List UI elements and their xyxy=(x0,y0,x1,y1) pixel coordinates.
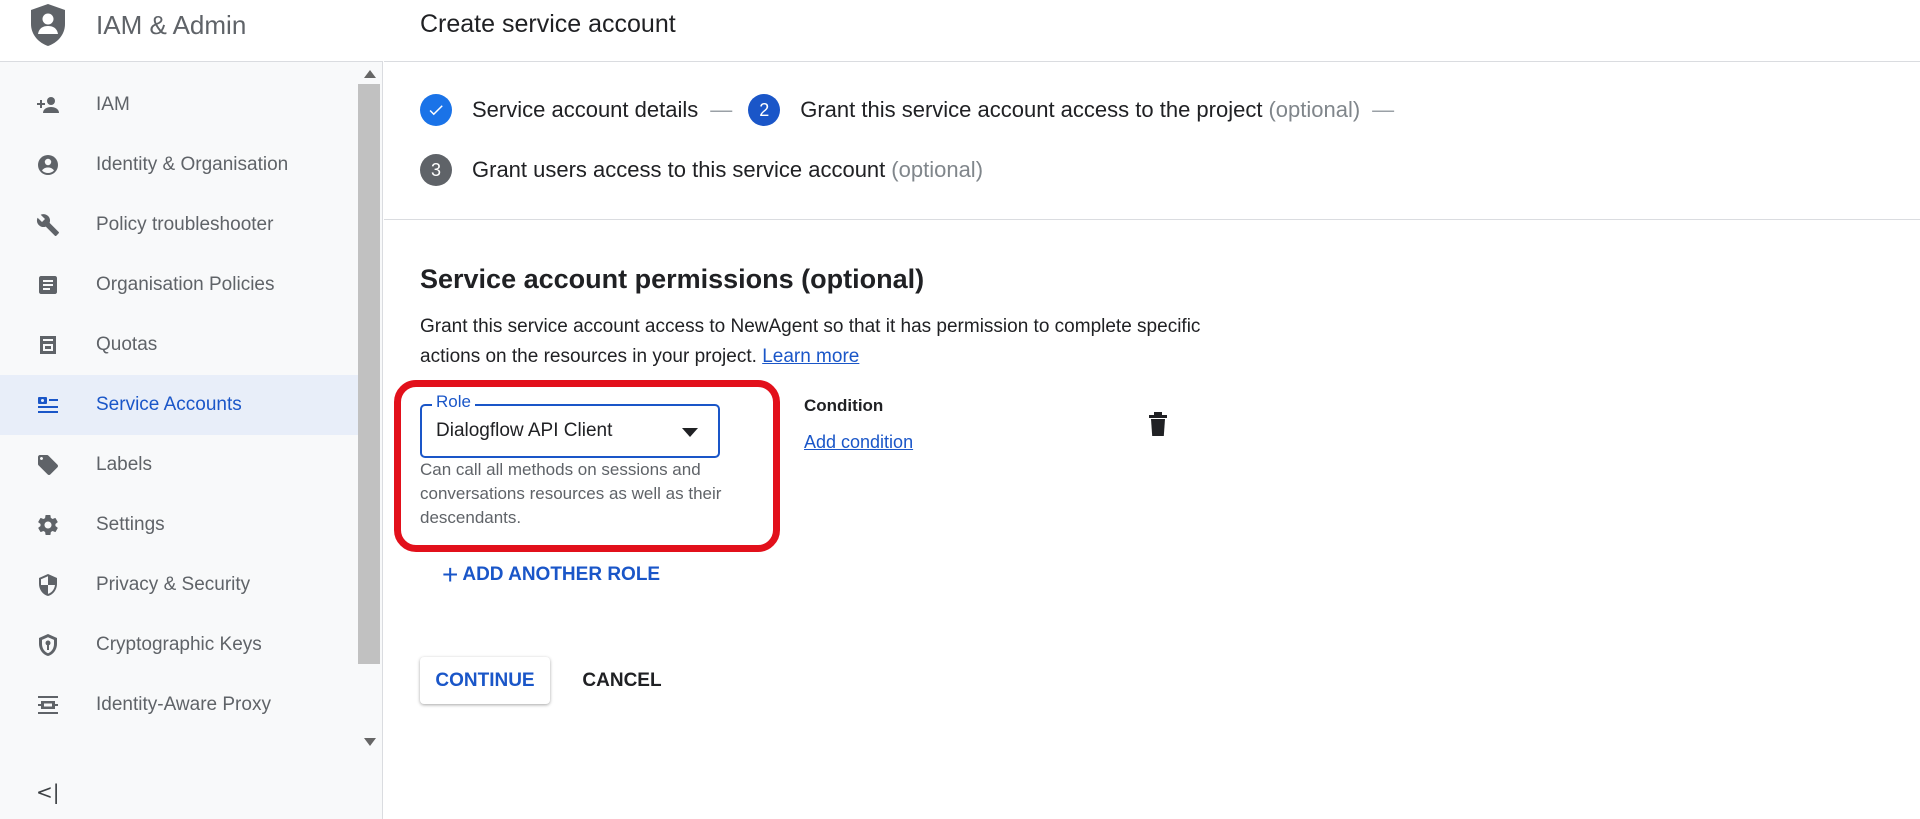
dropdown-arrow-icon xyxy=(682,428,698,437)
sidebar-item-identity-aware-proxy[interactable]: Identity-Aware Proxy xyxy=(0,675,358,735)
add-another-role-button[interactable]: + ADD ANOTHER ROLE xyxy=(442,559,661,590)
page-title: Create service account xyxy=(420,10,676,38)
sidebar-nav: IAM Identity & Organisation Policy troub… xyxy=(0,75,358,755)
service-account-icon xyxy=(36,393,60,417)
main-content: Create service account Service account d… xyxy=(384,0,1920,819)
step-optional-tag: (optional) xyxy=(891,157,984,182)
role-hint-text: Can call all methods on sessions and con… xyxy=(420,460,722,527)
sidebar-item-privacy-security[interactable]: Privacy & Security xyxy=(0,555,358,615)
section-description: Grant this service account access to New… xyxy=(420,312,1220,372)
learn-more-link[interactable]: Learn more xyxy=(762,346,859,367)
sidebar-item-quotas[interactable]: Quotas xyxy=(0,315,358,375)
sidebar-item-label: Policy troubleshooter xyxy=(96,214,274,235)
iam-shield-logo-icon xyxy=(31,4,65,46)
sidebar-item-cryptographic-keys[interactable]: Cryptographic Keys xyxy=(0,615,358,675)
sidebar-item-labels[interactable]: Labels xyxy=(0,435,358,495)
person-add-icon xyxy=(36,93,60,117)
step-label: Service account details xyxy=(472,97,699,122)
key-shield-icon xyxy=(36,633,60,657)
sidebar-item-settings[interactable]: Settings xyxy=(0,495,358,555)
add-condition-link[interactable]: Add condition xyxy=(804,432,913,453)
sidebar-item-service-accounts[interactable]: Service Accounts xyxy=(0,375,358,435)
section-title: Service account permissions (optional) xyxy=(420,264,925,294)
cancel-button[interactable]: CANCEL xyxy=(580,657,664,704)
product-title: IAM & Admin xyxy=(96,10,247,40)
add-another-role-label: ADD ANOTHER ROLE xyxy=(462,564,661,585)
sidebar-item-identity-organisation[interactable]: Identity & Organisation xyxy=(0,135,358,195)
sidebar-item-label: Organisation Policies xyxy=(96,274,275,295)
app-window: IAM & Admin IAM Identity & Organisation … xyxy=(0,0,1920,819)
continue-button[interactable]: CONTINUE xyxy=(420,657,550,704)
step-number-badge: 3 xyxy=(420,154,452,186)
role-select[interactable]: Role Dialogflow API Client xyxy=(420,392,720,458)
scroll-down-arrow-icon[interactable] xyxy=(364,738,376,746)
sidebar-header: IAM & Admin xyxy=(0,0,383,62)
scrollbar-thumb[interactable] xyxy=(358,84,380,664)
sidebar-item-iam[interactable]: IAM xyxy=(0,75,358,135)
account-circle-icon xyxy=(36,153,60,177)
step-label: Grant this service account access to the… xyxy=(800,97,1263,122)
stepper: Service account details — 2 Grant this s… xyxy=(384,62,1920,220)
sidebar-item-label: Privacy & Security xyxy=(96,574,251,595)
plus-icon: + xyxy=(442,559,459,590)
collapse-sidebar-button[interactable]: <| xyxy=(36,780,60,804)
sidebar: IAM & Admin IAM Identity & Organisation … xyxy=(0,0,383,819)
step-optional-tag: (optional) xyxy=(1268,97,1361,122)
step-number-badge: 2 xyxy=(748,94,781,126)
sidebar-item-label: Cryptographic Keys xyxy=(96,634,262,655)
step-label: Grant users access to this service accou… xyxy=(472,157,886,182)
sidebar-item-label: Identity & Organisation xyxy=(96,154,289,175)
sidebar-item-label: Labels xyxy=(96,454,152,475)
label-tag-icon xyxy=(36,453,60,477)
sidebar-item-organisation-policies[interactable]: Organisation Policies xyxy=(0,255,358,315)
page-header: Create service account xyxy=(384,0,1920,62)
scroll-up-arrow-icon[interactable] xyxy=(364,70,376,78)
sidebar-item-policy-troubleshooter[interactable]: Policy troubleshooter xyxy=(0,195,358,255)
sidebar-scrollbar[interactable] xyxy=(358,62,382,756)
sidebar-item-label: IAM xyxy=(96,94,130,115)
quota-icon xyxy=(36,333,60,357)
wrench-icon xyxy=(36,213,60,237)
article-icon xyxy=(36,273,60,297)
sidebar-item-label: Service Accounts xyxy=(96,394,242,415)
step-grant-users-access[interactable]: 3 Grant users access to this service acc… xyxy=(420,154,983,186)
condition-title: Condition xyxy=(804,396,884,415)
proxy-icon xyxy=(36,693,60,717)
shield-icon xyxy=(36,573,60,597)
sidebar-item-label: Quotas xyxy=(96,334,158,355)
gear-icon xyxy=(36,513,60,537)
step-service-account-details[interactable]: Service account details — 2 Grant this s… xyxy=(420,94,1410,126)
sidebar-item-label: Settings xyxy=(96,514,165,535)
step-separator: — xyxy=(710,97,733,122)
trash-icon[interactable] xyxy=(1146,410,1170,438)
role-field-label: Role xyxy=(432,392,475,412)
check-circle-icon xyxy=(420,94,452,126)
role-selected-value: Dialogflow API Client xyxy=(436,420,613,441)
sidebar-item-label: Identity-Aware Proxy xyxy=(96,694,271,715)
step-separator: — xyxy=(1372,97,1395,122)
